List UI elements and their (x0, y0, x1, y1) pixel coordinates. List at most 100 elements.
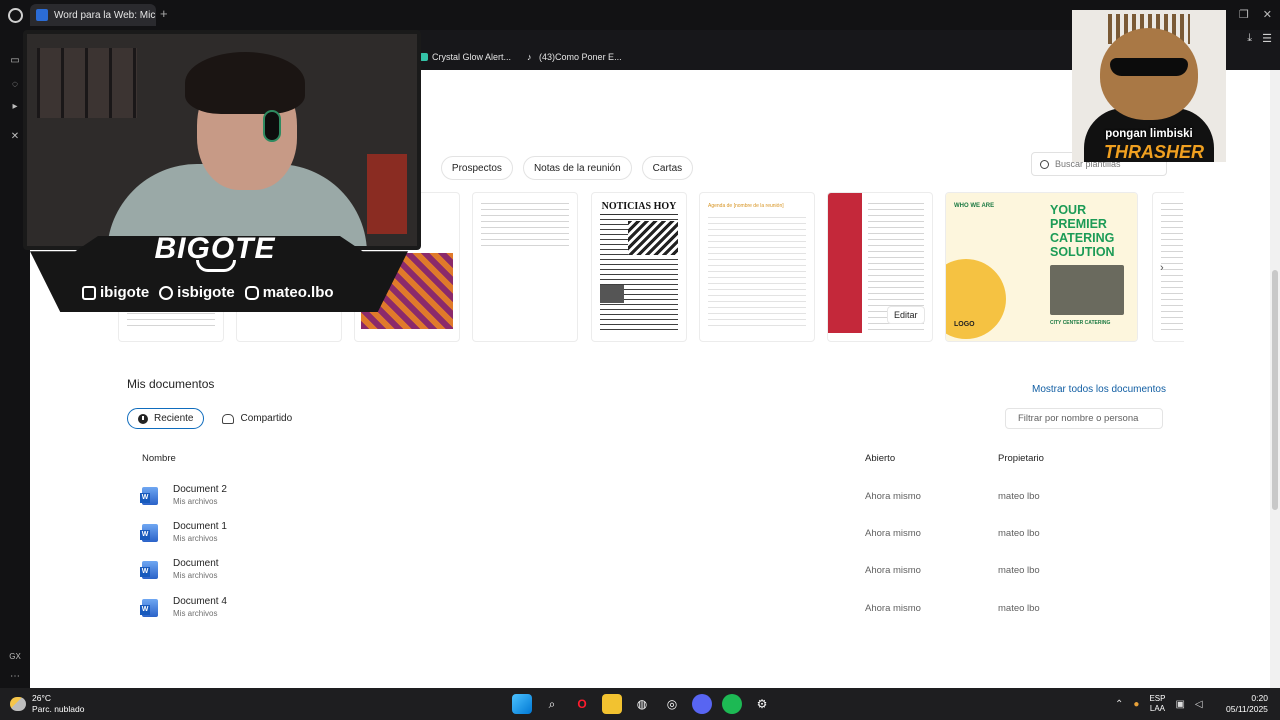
tab-shared[interactable]: Compartido (212, 408, 302, 429)
news-title: NOTICIAS HOY (600, 201, 678, 215)
column-owner[interactable]: Propietario (998, 453, 1044, 464)
search-icon (1040, 159, 1049, 169)
template-card[interactable] (472, 192, 578, 342)
browser-tab-word[interactable]: Word para la Web: Micros (30, 4, 156, 26)
agenda-title: Agenda de [nombre de la reunión] (708, 203, 784, 209)
resume-sidebar (828, 193, 862, 333)
chevron-right-icon[interactable]: › (1160, 262, 1164, 274)
steam-icon[interactable]: ◍ (632, 694, 652, 714)
taskbar-clock[interactable]: 0:20 05/11/2025 (1226, 693, 1268, 715)
document-name[interactable]: Document 1 (173, 521, 227, 532)
template-preview (481, 203, 569, 251)
filter-placeholder: Filtrar por nombre o persona (1018, 413, 1139, 424)
chevron-up-icon[interactable]: ⌃ (1115, 699, 1123, 710)
document-name[interactable]: Document 4 (173, 596, 227, 607)
whatsapp-icon[interactable]: ◌ (9, 80, 21, 90)
cat-shirt-logo: THRASHER (1104, 142, 1205, 162)
volume-icon[interactable]: ◁ (1195, 699, 1203, 710)
table-row[interactable]: Document Mis archivos Ahora mismo mateo … (140, 556, 1140, 590)
column-name[interactable]: Nombre (142, 453, 176, 464)
catering-logo: LOGO (954, 321, 975, 328)
file-explorer-icon[interactable] (602, 694, 622, 714)
tab-title: Word para la Web: Micros (54, 9, 156, 21)
language-code: ESP (1149, 694, 1166, 703)
word-doc-icon (140, 561, 158, 579)
microphone-icon[interactable]: ● (1133, 699, 1139, 710)
filter-cartas[interactable]: Cartas (641, 156, 694, 180)
table-row[interactable]: Document 1 Mis archivos Ahora mismo mate… (140, 519, 1140, 553)
webcam-background-window (37, 48, 137, 118)
table-row[interactable]: Document 4 Mis archivos Ahora mismo mate… (140, 594, 1140, 628)
language-indicator[interactable]: ESP LAA (1149, 694, 1165, 714)
template-card-agenda[interactable]: Agenda de [nombre de la reunión] (699, 192, 815, 342)
messenger-icon[interactable]: ▭ (9, 56, 21, 66)
tab-shared-label: Compartido (240, 413, 293, 424)
restore-icon[interactable]: ❐ (1239, 8, 1249, 21)
browser-right-tools: ⤓ ☰ (1247, 32, 1272, 45)
template-preview (1161, 203, 1183, 331)
document-opened: Ahora mismo (865, 565, 921, 576)
x-icon[interactable]: ✕ (9, 132, 21, 142)
opera-gx-icon[interactable]: O (572, 694, 592, 714)
catering-city: CITY CENTER CATERING (1050, 320, 1111, 326)
weather-text: 26°C Parc. nublado (32, 693, 84, 715)
document-name[interactable]: Document 2 (173, 484, 227, 495)
template-card-resume[interactable]: Editar (827, 192, 933, 342)
catering-photo (1050, 265, 1124, 315)
catering-left-panel: WHO WE ARE LOGO (946, 193, 1042, 341)
close-icon[interactable]: ✕ (1263, 8, 1272, 21)
more-icon[interactable]: ⋯ (9, 672, 21, 682)
document-opened: Ahora mismo (865, 603, 921, 614)
network-icon[interactable]: ▣ (1175, 699, 1184, 710)
scrollbar[interactable] (1270, 70, 1280, 688)
new-tab-button[interactable]: + (160, 6, 168, 21)
player-icon[interactable]: ▸ (9, 102, 21, 112)
clock-icon (138, 413, 148, 424)
weather-widget[interactable]: 26°C Parc. nublado (10, 693, 84, 715)
discord-icon[interactable] (692, 694, 712, 714)
edit-button[interactable]: Editar (888, 307, 924, 323)
template-card-catering[interactable]: WHO WE ARE LOGO YOUR PREMIER CATERING SO… (945, 192, 1138, 342)
bookmark-icon (420, 53, 428, 61)
document-owner: mateo lbo (998, 491, 1040, 502)
gx-label[interactable]: GX (9, 652, 21, 662)
window-controls: ❐ ✕ (1239, 8, 1272, 21)
windows-taskbar: 26°C Parc. nublado ⌕ O ◍ ◎ ⚙ ⌃ ● ESP LAA… (0, 688, 1280, 720)
tab-recent[interactable]: Reciente (127, 408, 205, 429)
catering-right-panel: YOUR PREMIER CATERING SOLUTION CITY CENT… (1042, 193, 1137, 341)
document-name[interactable]: Document (173, 558, 219, 569)
tab-recent-label: Reciente (154, 413, 194, 424)
news-photo (600, 285, 624, 303)
mustache-icon (196, 260, 236, 272)
gear-icon[interactable]: ⚙ (752, 694, 772, 714)
template-card-news[interactable]: NOTICIAS HOY (591, 192, 687, 342)
document-opened: Ahora mismo (865, 491, 921, 502)
show-all-documents-link[interactable]: Mostrar todos los documentos (1032, 384, 1166, 395)
scrollbar-thumb[interactable] (1272, 270, 1278, 510)
twitch-icon (82, 285, 96, 300)
taskbar-apps: ⌕ O ◍ ◎ ⚙ (512, 694, 772, 714)
menu-icon[interactable]: ☰ (1262, 32, 1272, 45)
search-icon[interactable]: ⌕ (542, 694, 562, 714)
spotify-icon[interactable] (722, 694, 742, 714)
download-icon[interactable]: ⤓ (1247, 32, 1252, 45)
bookmark-item[interactable]: Crystal Glow Alert... (420, 52, 511, 62)
tiktok-icon: ♪ (527, 52, 532, 62)
template-card[interactable] (1152, 192, 1184, 342)
filter-notas-reunion[interactable]: Notas de la reunión (522, 156, 632, 180)
table-row[interactable]: Document 2 Mis archivos Ahora mismo mate… (140, 482, 1140, 516)
my-documents-title: Mis documentos (127, 377, 215, 391)
column-opened[interactable]: Abierto (865, 453, 895, 464)
filter-documents-input[interactable]: Filtrar por nombre o persona (1005, 408, 1163, 429)
windows-start-icon[interactable] (512, 694, 532, 714)
settings-app-icon[interactable]: ◎ (662, 694, 682, 714)
filter-prospectos[interactable]: Prospectos (440, 156, 513, 180)
opera-logo-icon[interactable] (8, 8, 23, 23)
webcam-background-object (367, 154, 407, 234)
bookmark-item[interactable]: ♪ (43)Como Poner E... (527, 52, 622, 62)
cat-caption: pongan limbiski (1105, 128, 1193, 140)
template-preview (127, 313, 215, 331)
weather-icon (10, 697, 26, 711)
clock-time: 0:20 (1251, 693, 1268, 703)
template-preview (708, 217, 806, 331)
